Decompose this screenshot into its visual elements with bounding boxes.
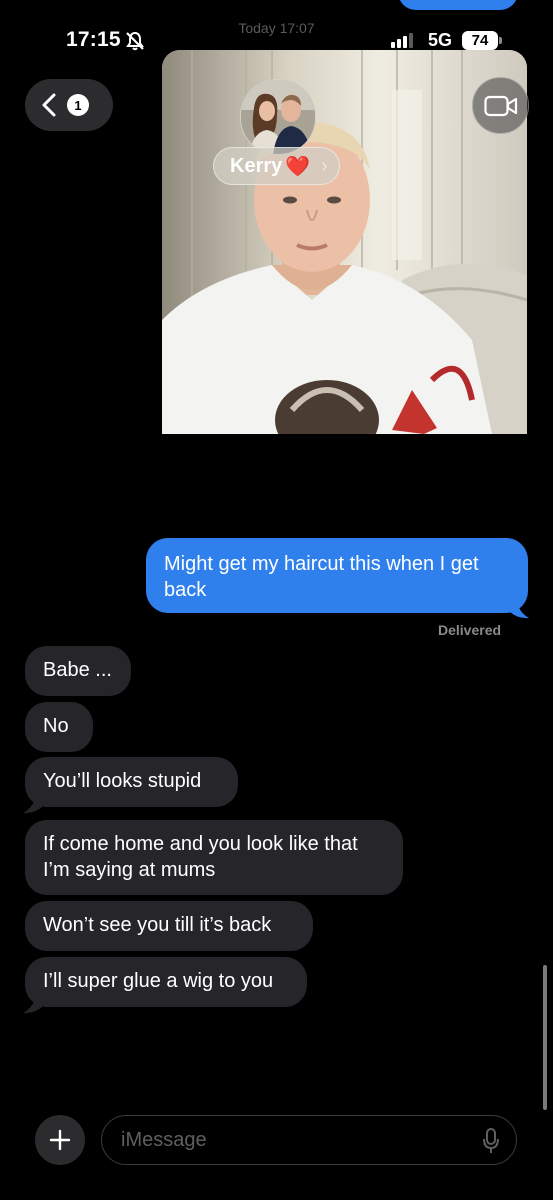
facetime-video-button[interactable] <box>472 77 529 134</box>
heart-emoji: ❤️ <box>285 155 311 178</box>
contact-name: Kerry <box>230 154 283 177</box>
back-button[interactable]: 1 <box>25 79 113 131</box>
received-message-bubble[interactable]: You’ll looks stupid <box>25 757 238 807</box>
silent-bell-icon <box>124 30 146 57</box>
chevron-left-icon <box>42 93 56 117</box>
battery-nub <box>499 37 502 44</box>
previous-sent-bubble <box>398 0 518 10</box>
video-camera-icon <box>483 95 517 116</box>
received-message-bubble[interactable]: No <box>25 702 93 752</box>
contact-avatar[interactable] <box>240 79 316 155</box>
microphone-icon[interactable] <box>481 1127 501 1155</box>
contact-name-button[interactable]: Kerry ❤️ › <box>213 147 340 185</box>
delivered-status: Delivered <box>438 622 502 638</box>
unread-count-badge: 1 <box>67 94 89 116</box>
sent-message-bubble[interactable]: Might get my haircut this when I get bac… <box>146 538 528 613</box>
network-label: 5G <box>428 30 453 50</box>
scroll-indicator[interactable] <box>543 965 547 1110</box>
received-message-bubble[interactable]: Won’t see you till it’s back <box>25 901 313 951</box>
plus-icon <box>49 1129 71 1151</box>
message-input-container <box>101 1115 517 1165</box>
battery-icon: 74 <box>462 31 498 50</box>
chevron-right-icon: › <box>321 154 328 177</box>
status-time: 17:15 <box>66 28 121 51</box>
message-input[interactable] <box>121 1128 451 1152</box>
received-message-bubble[interactable]: If come home and you look like that I’m … <box>25 820 403 895</box>
received-message-bubble[interactable]: Babe ... <box>25 646 131 696</box>
received-message-bubble[interactable]: I’ll super glue a wig to you <box>25 957 307 1007</box>
add-attachment-button[interactable] <box>35 1115 85 1165</box>
signal-icon <box>391 33 413 48</box>
